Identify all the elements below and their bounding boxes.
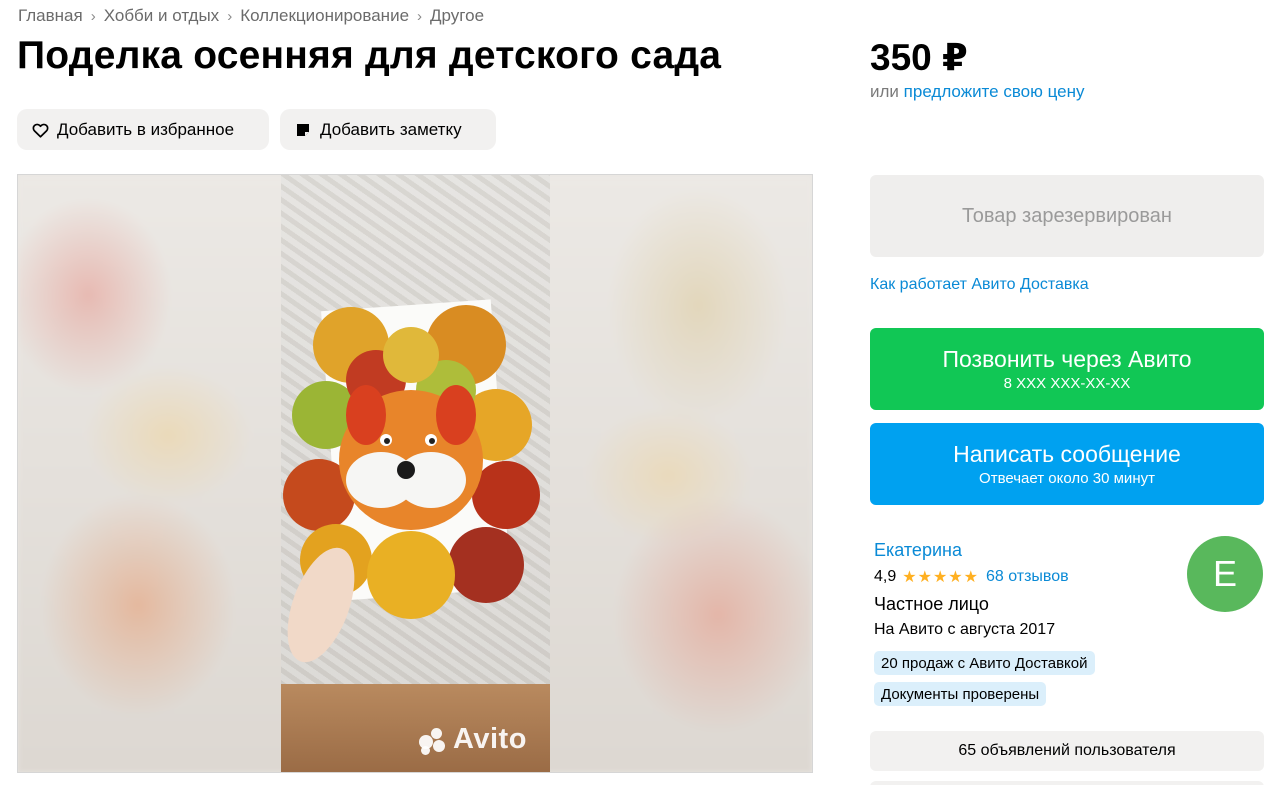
add-to-favorites-button[interactable]: Добавить в избранное	[17, 109, 269, 150]
offer-price-link[interactable]: предложите свою цену	[904, 82, 1085, 101]
breadcrumb-item-collecting[interactable]: Коллекционирование	[240, 6, 409, 26]
rating-stars-icon: ★★★★★	[902, 569, 979, 586]
craft-illustration	[283, 305, 540, 663]
chevron-right-icon: ›	[227, 7, 233, 25]
avito-logo-icon	[417, 726, 451, 755]
seller-type: Частное лицо	[874, 594, 989, 614]
heart-icon	[31, 121, 49, 139]
next-button-edge	[870, 781, 1264, 785]
watermark-text: Avito	[453, 723, 527, 755]
call-button-phone: 8 XXX XXX-XX-XX	[1003, 375, 1131, 392]
add-note-button[interactable]: Добавить заметку	[280, 109, 496, 150]
call-button[interactable]: Позвонить через Авито 8 XXX XXX-XX-XX	[870, 328, 1264, 410]
seller-name-link[interactable]: Екатерина	[874, 540, 962, 561]
send-message-button[interactable]: Написать сообщение Отвечает около 30 мин…	[870, 423, 1264, 505]
listing-photo[interactable]	[281, 175, 550, 772]
add-note-label: Добавить заметку	[320, 119, 462, 139]
note-icon	[294, 121, 312, 139]
breadcrumb-item-hobby[interactable]: Хобби и отдых	[104, 6, 219, 26]
item-reserved-button: Товар зарезервирован	[870, 175, 1264, 257]
delivery-sales-badge: 20 продаж с Авито Доставкой	[874, 651, 1095, 675]
reply-time: Отвечает около 30 минут	[979, 470, 1155, 487]
call-button-label: Позвонить через Авито	[942, 346, 1192, 372]
add-to-favorites-label: Добавить в избранное	[57, 119, 235, 139]
breadcrumb-item-other[interactable]: Другое	[430, 6, 484, 26]
price: 350 ₽	[870, 37, 968, 78]
price-offer: или предложите свою цену	[870, 82, 1085, 102]
chevron-right-icon: ›	[90, 7, 96, 25]
chevron-right-icon: ›	[417, 7, 423, 25]
offer-prefix: или	[870, 82, 899, 101]
documents-verified-badge: Документы проверены	[874, 682, 1047, 706]
send-message-label: Написать сообщение	[953, 441, 1181, 467]
rating-score: 4,9	[874, 568, 897, 585]
breadcrumb-item-home[interactable]: Главная	[18, 6, 83, 26]
page-title: Поделка осенняя для детского сада	[17, 34, 722, 77]
seller-since: На Авито с августа 2017	[874, 621, 1056, 638]
photo-gallery[interactable]: Avito	[17, 174, 813, 773]
avatar[interactable]: Е	[1187, 536, 1263, 612]
avito-watermark: Avito	[417, 723, 527, 756]
delivery-info-link[interactable]: Как работает Авито Доставка	[870, 276, 1089, 294]
seller-rating: 4,9 ★★★★★ 68 отзывов	[874, 567, 1069, 587]
breadcrumb: Главная › Хобби и отдых › Коллекциониров…	[18, 6, 484, 26]
seller-listings-button[interactable]: 65 объявлений пользователя	[870, 731, 1264, 771]
reviews-link[interactable]: 68 отзывов	[986, 568, 1069, 586]
